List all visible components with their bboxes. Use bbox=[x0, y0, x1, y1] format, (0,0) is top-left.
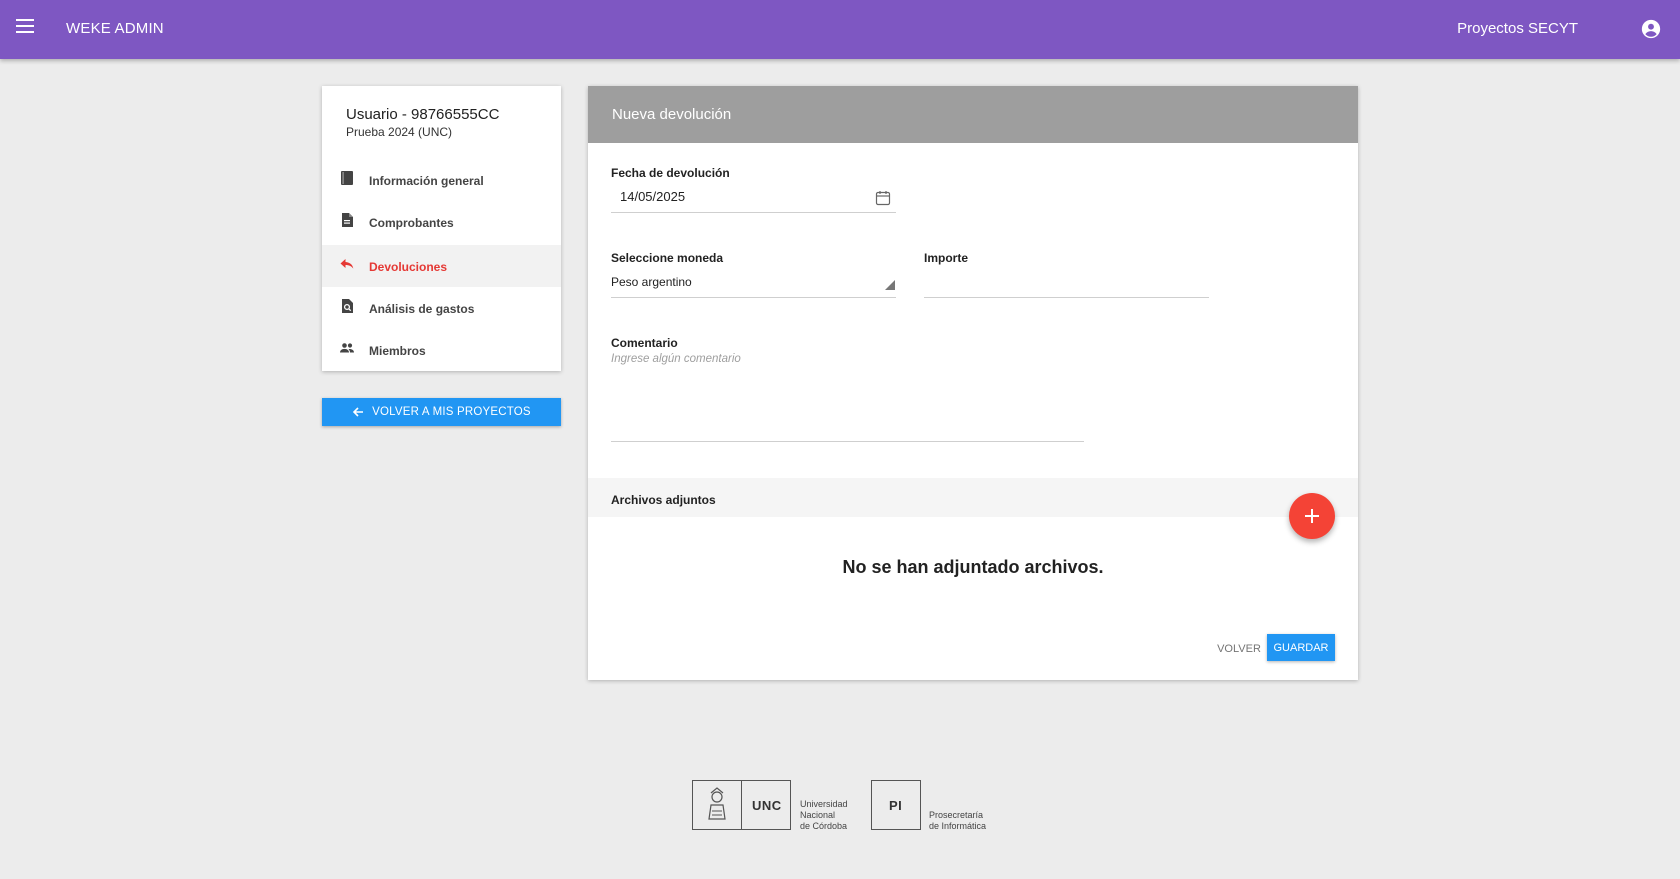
currency-label: Seleccione moneda bbox=[611, 251, 724, 265]
sidebar-item-label: Información general bbox=[369, 174, 484, 188]
cancel-button[interactable]: VOLVER bbox=[1215, 636, 1263, 662]
sidebar-item-label: Miembros bbox=[369, 344, 426, 358]
amount-input[interactable] bbox=[924, 267, 1209, 295]
currency-underline bbox=[611, 297, 896, 298]
sidebar-item-devoluciones[interactable]: Devoluciones bbox=[322, 245, 561, 287]
project-sidebar: Usuario - 98766555CC Prueba 2024 (UNC) I… bbox=[322, 86, 561, 371]
date-value: 14/05/2025 bbox=[620, 189, 686, 204]
account-circle-icon[interactable] bbox=[1640, 18, 1662, 40]
reply-icon bbox=[340, 259, 354, 269]
save-button[interactable]: GUARDAR bbox=[1267, 634, 1335, 661]
pi-name-line1: Prosecretaría bbox=[929, 810, 984, 820]
unc-abbr: UNC bbox=[752, 798, 782, 813]
project-context-label: Proyectos SECYT bbox=[1457, 20, 1578, 37]
sidebar-subtitle: Prueba 2024 (UNC) bbox=[346, 125, 453, 139]
menu-icon[interactable] bbox=[16, 19, 36, 35]
date-label: Fecha de devolución bbox=[611, 166, 730, 180]
comment-textarea[interactable] bbox=[611, 352, 1084, 440]
back-button-label: VOLVER A MIS PROYECTOS bbox=[372, 406, 531, 418]
top-app-bar: WEKE ADMIN Proyectos SECYT bbox=[0, 0, 1680, 59]
sidebar-item-miembros[interactable]: Miembros bbox=[322, 329, 561, 371]
arrow-left-icon bbox=[353, 407, 364, 417]
calendar-icon[interactable] bbox=[875, 190, 891, 206]
pi-abbr-box: PI bbox=[871, 780, 921, 830]
search-document-icon bbox=[342, 299, 353, 313]
sidebar-title: Usuario - 98766555CC bbox=[346, 106, 500, 123]
unc-name-line2: Nacional bbox=[800, 810, 836, 820]
unc-name-line3: de Córdoba bbox=[800, 821, 848, 831]
footer-logos: UNC Universidad Nacional de Córdoba PI P… bbox=[692, 780, 992, 834]
unc-name-line1: Universidad bbox=[800, 799, 848, 809]
sidebar-item-label: Análisis de gastos bbox=[369, 302, 475, 316]
app-title: WEKE ADMIN bbox=[66, 20, 164, 37]
comment-label: Comentario bbox=[611, 336, 678, 350]
pi-abbr: PI bbox=[889, 798, 903, 813]
attachments-header: Archivos adjuntos bbox=[588, 478, 1358, 517]
sidebar-item-informacion-general[interactable]: Información general bbox=[322, 159, 561, 201]
document-icon bbox=[342, 213, 353, 227]
comment-placeholder: Ingrese algún comentario bbox=[611, 353, 741, 365]
date-underline bbox=[611, 212, 896, 213]
people-icon bbox=[340, 343, 354, 353]
unc-abbr-box: UNC bbox=[741, 780, 791, 830]
currency-value: Peso argentino bbox=[611, 275, 692, 289]
dropdown-arrow-icon[interactable] bbox=[885, 280, 895, 290]
amount-label: Importe bbox=[924, 251, 969, 265]
card-header: Nueva devolución bbox=[588, 86, 1358, 143]
seal-icon bbox=[708, 787, 726, 820]
sidebar-item-label: Devoluciones bbox=[369, 260, 448, 274]
sidebar-item-comprobantes[interactable]: Comprobantes bbox=[322, 201, 561, 243]
return-form-card: Nueva devolución Fecha de devolución 14/… bbox=[588, 86, 1358, 680]
back-to-projects-button[interactable]: VOLVER A MIS PROYECTOS bbox=[322, 398, 561, 426]
comment-underline bbox=[611, 441, 1084, 442]
sidebar-item-label: Comprobantes bbox=[369, 216, 454, 230]
empty-attachments-message: No se han adjuntado archivos. bbox=[842, 557, 1104, 577]
pi-name-line2: de Informática bbox=[929, 821, 987, 831]
add-attachment-button[interactable] bbox=[1289, 493, 1335, 539]
sidebar-item-analisis-de-gastos[interactable]: Análisis de gastos bbox=[322, 287, 561, 329]
amount-underline bbox=[924, 297, 1209, 298]
attachments-label: Archivos adjuntos bbox=[611, 493, 716, 507]
book-icon bbox=[341, 171, 353, 185]
unc-seal-logo bbox=[692, 780, 742, 830]
form-title: Nueva devolución bbox=[612, 106, 732, 123]
